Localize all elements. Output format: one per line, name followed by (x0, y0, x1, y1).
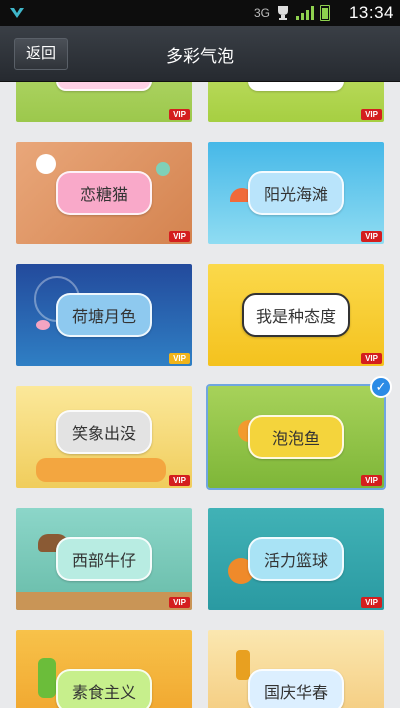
nav-bar: 返回 多彩气泡 (0, 26, 400, 82)
bubble-tile[interactable]: 西部牛仔 VIP (16, 508, 192, 610)
bubble-label: 笑象出没 (71, 425, 136, 443)
bubble-preview: 我是种态度 (241, 293, 351, 337)
bubble-preview: 素食主义 (56, 669, 152, 708)
cake-decoration (36, 458, 166, 482)
lotus-decoration (36, 320, 50, 330)
bubble-tile[interactable]: 素食主义 (16, 630, 192, 708)
page-title: 多彩气泡 (166, 47, 234, 66)
network-type-label: 3G (253, 6, 270, 20)
vip-badge: VIP (361, 109, 382, 120)
battery-icon (320, 5, 330, 21)
bubble-tile[interactable]: 活力篮球 VIP (208, 508, 384, 610)
vip-badge: VIP (169, 597, 190, 608)
bubble-label: 恋糖猫 (79, 187, 128, 204)
bubble-tile[interactable]: 荷塘月色 VIP (16, 264, 192, 366)
ground-decoration (16, 592, 192, 610)
bubble-preview: 国庆华春 (248, 669, 344, 708)
vip-badge: VIP (361, 597, 382, 608)
bubble-tile[interactable]: 笑象出没 VIP (16, 386, 192, 488)
status-icons: 3G (254, 5, 330, 21)
bubble-tile[interactable]: 阳光海滩 VIP (208, 142, 384, 244)
bubble-preview: 荷塘月色 (56, 293, 152, 337)
bubble-tile[interactable]: 恋糖猫 VIP (16, 142, 192, 244)
status-clock: 13:34 (348, 3, 394, 22)
vip-badge: VIP (361, 475, 382, 486)
bubble-label: 素食主义 (71, 685, 136, 703)
bubble-preview: 笑象出没 (56, 409, 152, 454)
candy-decoration (156, 162, 170, 176)
bubble-preview: 泡泡鱼 (248, 415, 344, 459)
vegetable-decoration (38, 658, 56, 698)
bubble-label: 西部牛仔 (71, 553, 136, 570)
bubble-tile-selected[interactable]: 泡泡鱼 VIP ✓ (206, 376, 392, 490)
vip-badge: VIP (169, 475, 190, 486)
bubble-label: 国庆华春 (263, 685, 328, 703)
bubble-label: 泡泡鱼 (271, 431, 320, 448)
cat-decoration (36, 154, 56, 174)
bubble-preview (56, 82, 152, 92)
bubble-tile[interactable]: VIP (16, 82, 192, 122)
signal-icon (296, 6, 314, 20)
vip-badge: VIP (169, 231, 190, 242)
lantern-decoration (236, 650, 250, 680)
bubble-preview: 阳光海滩 (248, 171, 344, 215)
trophy-icon (278, 6, 288, 20)
vip-badge: VIP (169, 109, 190, 120)
bubble-grid: VIP VIP 恋糖猫 VIP 阳光海滩 VIP 荷塘月色 VIP 我是种态度 … (0, 82, 400, 708)
bubble-preview: 活力篮球 (248, 537, 344, 581)
bubble-preview: 恋糖猫 (56, 171, 152, 215)
selected-check-icon: ✓ (370, 376, 392, 398)
vip-badge: VIP (361, 231, 382, 242)
vip-badge: VIP (169, 353, 190, 364)
bubble-preview (248, 82, 344, 92)
bubble-label: 我是种态度 (255, 309, 337, 326)
app-logo-icon (10, 8, 24, 18)
bubble-tile[interactable]: VIP (208, 82, 384, 122)
bubble-label: 荷塘月色 (71, 309, 136, 326)
bubble-tile[interactable]: 国庆华春 (208, 630, 384, 708)
bubble-tile[interactable]: 我是种态度 VIP (208, 264, 384, 366)
bubble-label: 阳光海滩 (263, 187, 328, 204)
vip-badge: VIP (361, 353, 382, 364)
bubble-preview: 西部牛仔 (56, 537, 152, 581)
bubble-label: 活力篮球 (263, 553, 328, 570)
status-bar: 3G 13:34 (0, 0, 400, 26)
